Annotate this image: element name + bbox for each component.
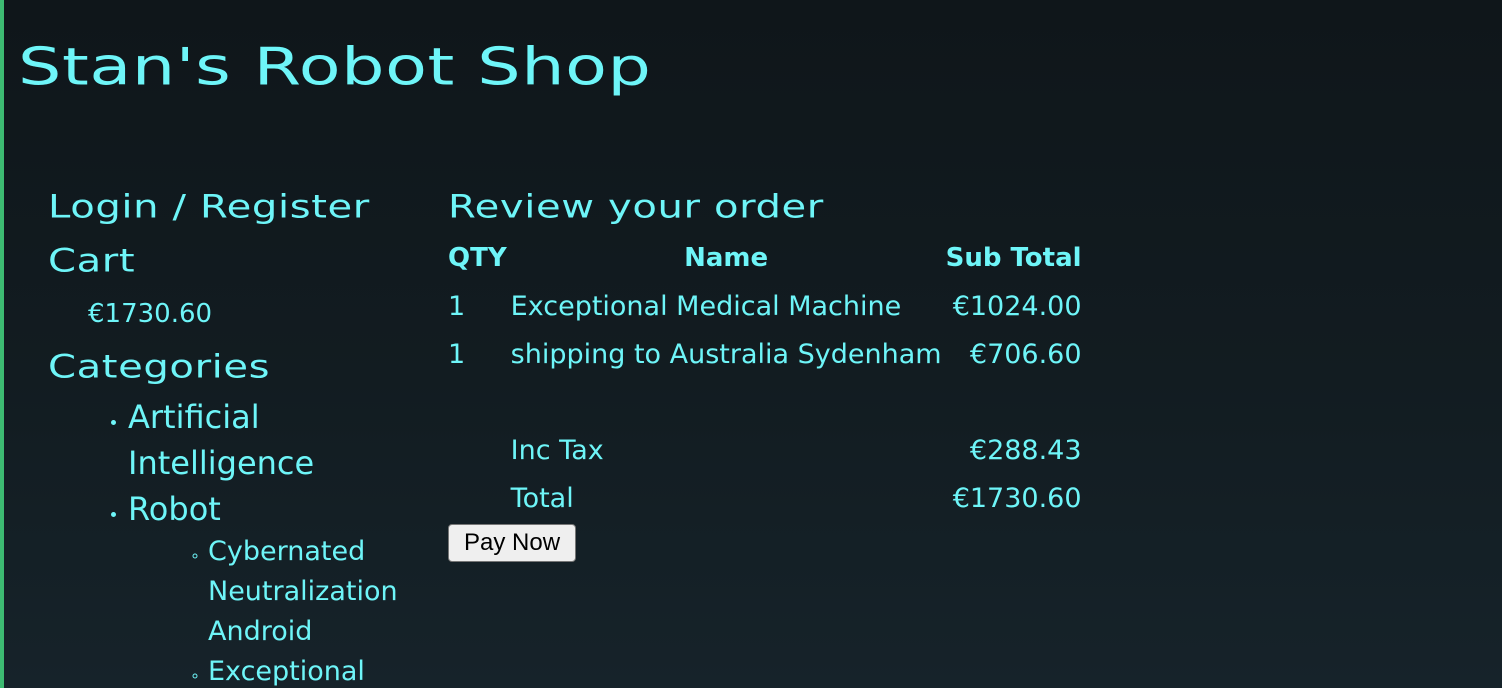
subcategory-item-cybernated[interactable]: Cybernated Neutralization Android	[208, 532, 408, 652]
table-row: 1 Exceptional Medical Machine €1024.00	[444, 282, 1082, 330]
total-row: Total €1730.60	[444, 474, 1082, 522]
total-label: Total	[510, 482, 574, 514]
login-register-link[interactable]: Login / Register	[48, 181, 485, 232]
spacer-row	[444, 378, 1082, 426]
sidebar: Login / Register Cart €1730.60 Categorie…	[48, 180, 418, 688]
category-label-robot[interactable]: Robot	[128, 490, 221, 528]
categories-heading: Categories	[48, 348, 271, 386]
item-qty: 1	[448, 338, 466, 370]
table-row: 1 shipping to Australia Sydenham €706.60	[444, 330, 1082, 378]
subcategory-label-line2[interactable]: Neutralization	[208, 576, 398, 607]
subcategory-label-line1[interactable]: Cybernated	[208, 536, 365, 567]
subtotal-column-header: Sub Total	[945, 243, 1082, 273]
item-name: shipping to Australia Sydenham	[510, 338, 942, 370]
category-label-line1[interactable]: Artificial	[128, 398, 260, 436]
category-label-line2[interactable]: Intelligence	[128, 444, 314, 482]
total-value: €1730.60	[952, 482, 1082, 514]
site-title: Stan's Robot Shop	[18, 37, 652, 98]
order-review-panel: Review your order QTY Name Sub Total 1 E…	[444, 180, 1082, 562]
tax-value: €288.43	[969, 434, 1082, 466]
category-list: Artificial Intelligence Robot Cybernated…	[48, 394, 418, 688]
category-item-robot[interactable]: Robot Cybernated Neutralization Android …	[128, 486, 418, 688]
item-subtotal: €1024.00	[952, 290, 1082, 322]
cart-link[interactable]: Cart	[48, 235, 485, 286]
item-subtotal: €706.60	[969, 338, 1082, 370]
category-item-artificial-intelligence[interactable]: Artificial Intelligence	[128, 394, 418, 486]
item-name: Exceptional Medical Machine	[510, 290, 902, 322]
item-qty: 1	[448, 290, 466, 322]
qty-column-header: QTY	[448, 243, 507, 273]
review-order-heading: Review your order	[448, 188, 824, 226]
subcategory-label-exceptional[interactable]: Exceptional	[208, 656, 365, 687]
tax-row: Inc Tax €288.43	[444, 426, 1082, 474]
order-table: QTY Name Sub Total 1 Exceptional Medical…	[444, 234, 1082, 522]
pay-now-button[interactable]: Pay Now	[448, 524, 577, 562]
tax-label: Inc Tax	[510, 434, 604, 466]
order-header-row: QTY Name Sub Total	[444, 234, 1082, 282]
subcategory-label-line3[interactable]: Android	[208, 616, 312, 647]
name-column-header: Name	[684, 243, 769, 273]
cart-total: €1730.60	[88, 299, 213, 329]
subcategory-item-exceptional[interactable]: Exceptional	[208, 652, 408, 688]
robot-subcategory-list: Cybernated Neutralization Android Except…	[128, 532, 408, 688]
